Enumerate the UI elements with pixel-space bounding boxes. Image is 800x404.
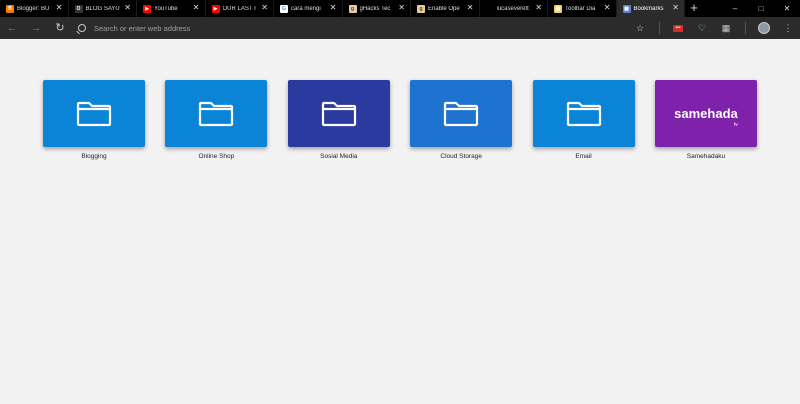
tab[interactable]: ▦ Bookmarks ✕ [616, 0, 685, 17]
close-tab-icon[interactable]: ✕ [604, 3, 611, 12]
tab-title: YouTube [154, 5, 178, 12]
favicon-icon: ▤ [554, 4, 562, 13]
bookmark-card[interactable] [532, 80, 635, 147]
bookmark-tile[interactable]: Sosial Media [287, 80, 390, 160]
close-tab-icon[interactable]: ✕ [56, 3, 63, 12]
refresh-button[interactable]: ↻ [48, 17, 72, 39]
favicon-icon [485, 4, 494, 13]
folder-icon [76, 101, 112, 126]
forward-button[interactable]: → [24, 17, 48, 39]
tab[interactable]: Gcara mengi ✕ [274, 0, 343, 17]
minimize-button[interactable]: – [722, 0, 748, 17]
library-icon[interactable]: ▦ [714, 17, 738, 39]
favicon-icon: g [348, 4, 357, 13]
close-tab-icon[interactable]: ✕ [330, 3, 337, 12]
divider [652, 17, 666, 39]
bookmark-card[interactable] [43, 80, 145, 147]
bookmark-grid: Blogging Online Shop Sosial Media Cloud Sto… [43, 80, 777, 160]
back-button[interactable]: ← [0, 17, 24, 39]
extension-button[interactable]: ••• [666, 17, 690, 39]
tab-title: Enable Ope [428, 5, 460, 12]
close-tab-icon[interactable]: ✕ [261, 3, 268, 12]
extension-icon: ••• [673, 24, 683, 32]
close-tab-icon[interactable]: ✕ [467, 3, 474, 12]
favicon-icon: G [280, 4, 288, 13]
samehada-logo: samehada tv [674, 106, 738, 128]
close-tab-icon[interactable]: ✕ [193, 3, 200, 12]
tab-title: lucaseverett [496, 5, 529, 12]
close-tab-icon[interactable]: ✕ [672, 3, 679, 12]
pocket-icon[interactable]: ♡ [690, 17, 714, 39]
menu-icon[interactable]: ⋮ [776, 17, 800, 39]
favicon-icon: g [417, 4, 425, 13]
bookmark-label: Sosial Media [320, 153, 358, 160]
new-tab-button[interactable]: + [685, 0, 703, 17]
close-window-button[interactable]: ✕ [774, 0, 800, 17]
profile-button[interactable] [752, 17, 776, 39]
folder-icon [566, 101, 601, 126]
tab-title: BLOG SAYU [85, 5, 120, 12]
url-field[interactable]: Search or enter web address [72, 17, 628, 39]
close-tab-icon[interactable]: ✕ [535, 3, 542, 12]
tab-title: Toolbar Dia [565, 5, 596, 12]
tab[interactable]: lucaseverett ✕ [480, 0, 548, 17]
tab[interactable]: O BLOG SAYU ✕ [69, 0, 137, 17]
bookmark-tile[interactable]: Email [532, 80, 635, 160]
bookmark-label: Samehadaku [686, 153, 726, 160]
folder-icon [444, 101, 479, 126]
bookmark-tile[interactable]: samehada tv Samehadaku [654, 80, 757, 160]
tab-strip: B Blogger: BU ✕ O BLOG SAYU ✕ ▶ YouTube ✕ ▶ OUR LA… [0, 0, 800, 17]
search-icon [78, 24, 86, 32]
tab-title: gHacks Tec [359, 5, 391, 12]
favicon-icon: ▶ [211, 4, 220, 13]
tab-title: Bookmarks [633, 5, 664, 12]
bookmark-card[interactable]: samehada tv [654, 80, 757, 147]
bookmark-tile[interactable]: Blogging [43, 80, 145, 160]
bookmark-card[interactable] [165, 80, 268, 147]
tab[interactable]: B Blogger: BU ✕ [0, 0, 69, 17]
tab[interactable]: ▶ YouTube ✕ [137, 0, 206, 17]
avatar [758, 22, 770, 34]
bookmark-label: Email [575, 153, 592, 160]
tab-title: OUR LAST I [222, 5, 256, 12]
divider [738, 17, 752, 39]
tab[interactable]: ▤ Toolbar Dia ✕ [548, 0, 617, 17]
bookmark-label: Cloud Storage [440, 153, 482, 160]
tab[interactable]: g gHacks Tec ✕ [343, 0, 411, 17]
bookmark-tile[interactable]: Cloud Storage [410, 80, 513, 160]
window-controls: – □ ✕ [722, 0, 800, 17]
tab-title: cara mengi [291, 5, 321, 12]
bookmark-label: Blogging [81, 153, 107, 160]
folder-icon [199, 101, 234, 126]
bookmark-label: Online Shop [198, 153, 235, 160]
tab-title: Blogger: BU [17, 5, 50, 12]
favicon-icon: ▦ [622, 4, 631, 13]
maximize-button[interactable]: □ [748, 0, 774, 17]
close-tab-icon[interactable]: ✕ [124, 3, 131, 12]
favicon-icon: B [6, 4, 14, 13]
tab[interactable]: g Enable Ope ✕ [411, 0, 480, 17]
star-icon[interactable]: ☆ [628, 17, 652, 39]
bookmark-tile[interactable]: Online Shop [165, 80, 268, 160]
favicon-icon: O [74, 4, 83, 13]
close-tab-icon[interactable]: ✕ [398, 3, 405, 12]
folder-icon [321, 101, 356, 126]
url-placeholder: Search or enter web address [94, 23, 191, 33]
favicon-icon: ▶ [143, 4, 151, 13]
bookmark-card[interactable] [287, 80, 390, 147]
bookmark-card[interactable] [410, 80, 513, 147]
tab-list: B Blogger: BU ✕ O BLOG SAYU ✕ ▶ YouTube ✕ ▶ OUR LA… [0, 0, 685, 17]
address-bar: ← → ↻ Search or enter web address ☆ ••• … [0, 17, 800, 39]
tab[interactable]: ▶ OUR LAST I ✕ [206, 0, 274, 17]
